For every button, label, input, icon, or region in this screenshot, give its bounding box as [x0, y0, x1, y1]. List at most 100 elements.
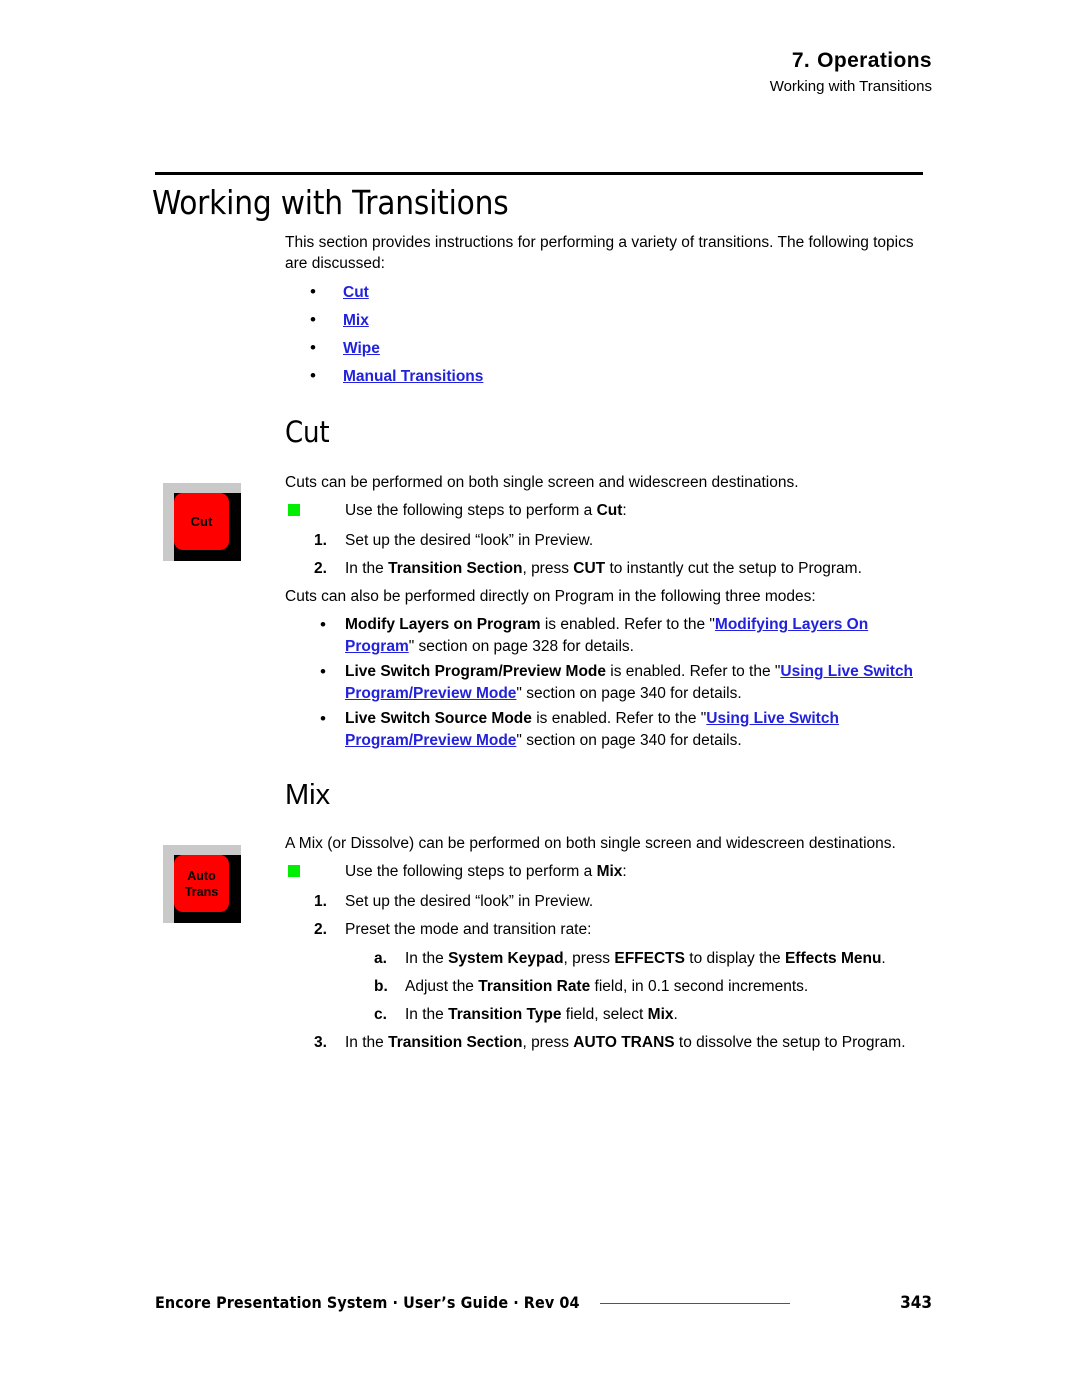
text-bold: Mix: [596, 863, 623, 880]
mode-tail: " section on page 340 for details.: [516, 685, 742, 702]
text-bold: Transition Section: [388, 1034, 523, 1051]
mode-item-text: Modify Layers on Program is enabled. Ref…: [345, 614, 934, 658]
mode-mid: is enabled. Refer to the ": [606, 663, 781, 680]
mix-bullet-lead: Use the following steps to perform a Mix…: [285, 861, 933, 882]
list-item[interactable]: • Wipe: [310, 334, 910, 362]
bullet-icon: •: [320, 615, 326, 634]
mode-bold-lead: Live Switch Source Mode: [345, 710, 532, 727]
step-marker: c.: [374, 1006, 387, 1023]
mix-step-3: 3. In the Transition Section, press AUTO…: [314, 1032, 962, 1053]
intro-paragraph: This section provides instructions for p…: [285, 234, 914, 272]
text-bold: Cut: [596, 502, 623, 519]
page-title: Working with Transitions: [152, 183, 509, 222]
page-number: 343: [900, 1293, 932, 1313]
mode-mid: is enabled. Refer to the ": [531, 710, 707, 727]
mix-bullet-lead-text: Use the following steps to perform a Mix…: [345, 863, 627, 880]
step-marker: 3.: [314, 1034, 327, 1051]
step-marker: 1.: [314, 532, 327, 549]
mix-step-2: 2. Preset the mode and transition rate:: [314, 919, 962, 940]
step-text: In the System Keypad, press EFFECTS to d…: [405, 948, 1022, 969]
mode-item-text: Live Switch Source Mode is enabled. Refe…: [345, 708, 934, 752]
mode-item-text: Live Switch Program/Preview Mode is enab…: [345, 661, 934, 705]
mode-bold-lead: Live Switch Program/Preview Mode: [345, 663, 606, 680]
step-marker: a.: [374, 950, 387, 967]
mode-item-live-switch-source: • Live Switch Source Mode is enabled. Re…: [320, 708, 934, 752]
section-heading-cut: Cut: [285, 415, 330, 449]
mix-substep-b: b. Adjust the Transition Rate field, in …: [374, 976, 1022, 997]
text-bold: Transition Type: [448, 1006, 562, 1023]
mode-item-live-switch-program-preview: • Live Switch Program/Preview Mode is en…: [320, 661, 934, 705]
green-square-bullet-icon: [288, 504, 300, 516]
text-part: .: [673, 1006, 678, 1023]
list-item[interactable]: • Cut: [310, 278, 910, 306]
title-divider: [155, 172, 923, 175]
key-label-line1: Auto: [187, 868, 216, 883]
text-bold: Mix: [647, 1006, 674, 1023]
link-cut[interactable]: Cut: [343, 284, 369, 302]
text-part: :: [622, 863, 627, 880]
cut-step-1: 1. Set up the desired “look” in Preview.: [314, 530, 962, 551]
text-part: field, select: [561, 1006, 648, 1023]
bullet-icon: •: [310, 310, 316, 329]
step-marker: 2.: [314, 921, 327, 938]
topic-link-list: • Cut • Mix • Wipe • Manual Transitions: [310, 278, 910, 390]
text-part: In the: [405, 950, 449, 967]
bullet-icon: •: [310, 338, 316, 357]
link-manual-transitions[interactable]: Manual Transitions: [343, 368, 483, 386]
page-footer: Encore Presentation System · User’s Guide ·…: [0, 1292, 1080, 1322]
step-text: Preset the mode and transition rate:: [345, 921, 592, 938]
text-part: :: [622, 502, 627, 519]
header-section-title: Working with Transitions: [769, 78, 932, 95]
header-chapter-number: 7.: [791, 49, 811, 72]
step-text: In the Transition Type field, select Mix…: [405, 1004, 1022, 1025]
header-chapter: 7. Operations: [0, 48, 932, 74]
mode-mid: is enabled. Refer to the ": [540, 616, 715, 633]
text-part: , press: [563, 950, 615, 967]
text-bold: Transition Rate: [478, 978, 591, 995]
step-text: Set up the desired “look” in Preview.: [345, 532, 594, 549]
text-bold: System Keypad: [448, 950, 564, 967]
step-marker: 1.: [314, 893, 327, 910]
text-part: to dissolve the setup to Program.: [674, 1034, 906, 1051]
text-part: In the: [345, 1034, 389, 1051]
text-part: Use the following steps to perform a: [345, 863, 597, 880]
cut-modes-intro: Cuts can also be performed directly on P…: [285, 588, 816, 605]
step-marker: 2.: [314, 560, 327, 577]
running-header: 7. Operations Working with Transitions: [0, 48, 932, 98]
text-bold: EFFECTS: [614, 950, 685, 967]
cut-key-cap-label: Cut: [174, 493, 229, 550]
mode-bold-lead: Modify Layers on Program: [345, 616, 541, 633]
bullet-icon: •: [320, 709, 326, 728]
cut-intro-paragraph: Cuts can be performed on both single scr…: [285, 474, 799, 491]
text-bold: Effects Menu: [784, 950, 882, 967]
text-part: , press: [522, 1034, 574, 1051]
header-chapter-title: Operations: [817, 49, 932, 72]
step-text: Set up the desired “look” in Preview.: [345, 893, 594, 910]
green-square-bullet-icon: [288, 865, 300, 877]
step-text: Adjust the Transition Rate field, in 0.1…: [405, 976, 1022, 997]
text-part: to display the: [685, 950, 785, 967]
text-part: field, in 0.1 second increments.: [590, 978, 809, 995]
mix-step-1: 1. Set up the desired “look” in Preview.: [314, 891, 962, 912]
section-heading-mix: Mix: [285, 779, 331, 811]
text-part: In the: [405, 1006, 449, 1023]
bullet-icon: •: [310, 366, 316, 385]
link-mix[interactable]: Mix: [343, 312, 369, 330]
bullet-icon: •: [310, 282, 316, 301]
key-label-line2: Trans: [184, 884, 219, 899]
list-item[interactable]: • Manual Transitions: [310, 362, 910, 390]
bullet-icon: •: [320, 662, 326, 681]
mode-tail: " section on page 328 for details.: [408, 638, 634, 655]
auto-trans-key-graphic: Auto Trans: [163, 845, 241, 923]
link-wipe[interactable]: Wipe: [343, 340, 380, 358]
step-marker: b.: [374, 978, 388, 995]
text-part: Adjust the: [405, 978, 479, 995]
text-part: Use the following steps to perform a: [345, 502, 597, 519]
text-part: .: [881, 950, 886, 967]
mix-substep-a: a. In the System Keypad, press EFFECTS t…: [374, 948, 1022, 969]
step-text: In the Transition Section, press AUTO TR…: [345, 1032, 962, 1053]
mode-item-modify-layers: • Modify Layers on Program is enabled. R…: [320, 614, 934, 658]
cut-bullet-lead: Use the following steps to perform a Cut…: [285, 500, 933, 521]
list-item[interactable]: • Mix: [310, 306, 910, 334]
text-bold: AUTO TRANS: [573, 1034, 675, 1051]
